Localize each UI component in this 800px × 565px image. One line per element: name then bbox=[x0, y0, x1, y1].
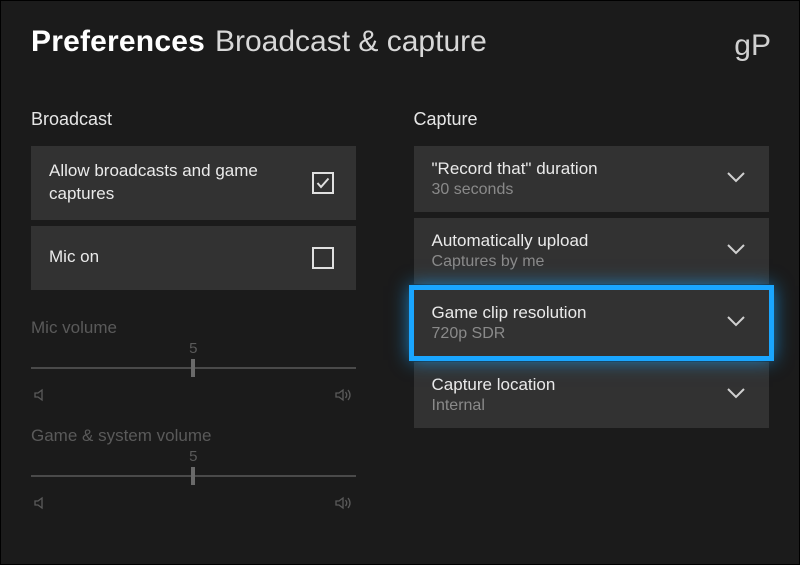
mic-volume-block: Mic volume 5 bbox=[31, 318, 356, 408]
game-clip-resolution-dropdown[interactable]: Game clip resolution 720p SDR bbox=[414, 290, 769, 356]
auto-upload-value: Captures by me bbox=[432, 253, 589, 271]
chevron-down-icon bbox=[725, 314, 747, 333]
chevron-down-icon bbox=[725, 170, 747, 189]
chevron-down-icon bbox=[725, 242, 747, 261]
mic-volume-value: 5 bbox=[31, 340, 356, 357]
speaker-mute-icon bbox=[33, 495, 49, 516]
game-system-volume-slider[interactable] bbox=[31, 467, 356, 485]
capture-location-dropdown[interactable]: Capture location Internal bbox=[414, 362, 769, 428]
mic-volume-label: Mic volume bbox=[31, 318, 356, 338]
speaker-loud-icon bbox=[334, 387, 354, 408]
capture-location-title: Capture location bbox=[432, 375, 556, 395]
capture-location-value: Internal bbox=[432, 397, 556, 415]
watermark: gP bbox=[734, 29, 771, 63]
capture-header: Capture bbox=[414, 109, 769, 130]
broadcast-header: Broadcast bbox=[31, 109, 356, 130]
game-system-volume-label: Game & system volume bbox=[31, 426, 356, 446]
allow-broadcasts-label: Allow broadcasts and game captures bbox=[49, 160, 279, 206]
checkbox-checked-icon bbox=[312, 172, 334, 194]
page-title: Preferences Broadcast & capture bbox=[31, 25, 769, 59]
speaker-loud-icon bbox=[334, 495, 354, 516]
game-system-volume-block: Game & system volume 5 bbox=[31, 426, 356, 516]
record-that-title: "Record that" duration bbox=[432, 159, 598, 179]
game-system-volume-value: 5 bbox=[31, 448, 356, 465]
record-that-duration-dropdown[interactable]: "Record that" duration 30 seconds bbox=[414, 146, 769, 212]
checkbox-empty-icon bbox=[312, 247, 334, 269]
speaker-mute-icon bbox=[33, 387, 49, 408]
title-preferences: Preferences bbox=[31, 25, 205, 59]
title-section: Broadcast & capture bbox=[215, 25, 487, 59]
automatically-upload-dropdown[interactable]: Automatically upload Captures by me bbox=[414, 218, 769, 284]
mic-volume-slider[interactable] bbox=[31, 359, 356, 377]
allow-broadcasts-toggle[interactable]: Allow broadcasts and game captures bbox=[31, 146, 356, 220]
mic-on-toggle[interactable]: Mic on bbox=[31, 226, 356, 290]
clip-resolution-title: Game clip resolution bbox=[432, 303, 587, 323]
chevron-down-icon bbox=[725, 386, 747, 405]
clip-resolution-value: 720p SDR bbox=[432, 325, 587, 343]
auto-upload-title: Automatically upload bbox=[432, 231, 589, 251]
record-that-value: 30 seconds bbox=[432, 181, 598, 199]
mic-on-label: Mic on bbox=[49, 246, 99, 269]
